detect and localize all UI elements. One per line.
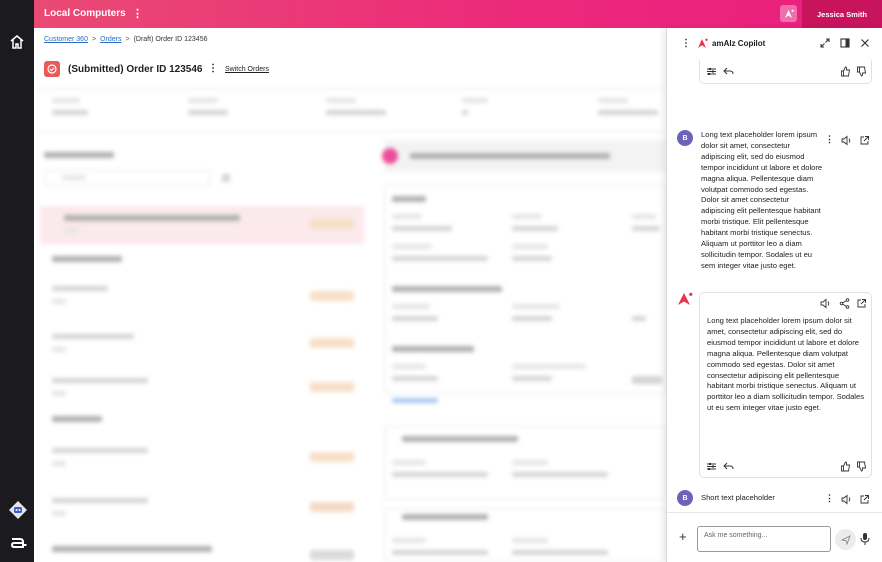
send-button[interactable]	[835, 529, 856, 550]
read-aloud-icon[interactable]	[820, 298, 831, 309]
copilot-header: ⋮ amAIz Copilot	[667, 28, 882, 60]
open-external-icon[interactable]	[856, 298, 867, 309]
copilot-title: amAIz Copilot	[712, 39, 766, 48]
thumbs-down-icon[interactable]	[856, 461, 867, 472]
top-app-bar: Local Computers ⋮ Jessica Smith	[34, 0, 882, 28]
ask-input[interactable]: Ask me something...	[697, 526, 831, 552]
tune-icon[interactable]	[706, 66, 717, 77]
expand-icon[interactable]	[819, 37, 831, 49]
thumbs-down-icon[interactable]	[856, 66, 867, 77]
order-status-icon	[44, 61, 60, 77]
switch-orders-link[interactable]: Switch Orders	[225, 66, 269, 73]
send-icon	[840, 534, 851, 545]
app-root: Local Computers ⋮ Jessica Smith Customer…	[0, 0, 882, 562]
breadcrumb-customer-360[interactable]: Customer 360	[44, 36, 88, 43]
order-kebab-icon[interactable]: ⋮	[208, 63, 218, 74]
assistant-message-text: Long text placeholder lorem ipsum dolor …	[707, 316, 865, 413]
amaiz-assistant-icon	[678, 292, 693, 305]
add-attachment-plus-icon[interactable]: +	[679, 529, 687, 544]
assistant-response-card: Long text placeholder lorem ipsum dolor …	[699, 292, 872, 478]
tune-icon[interactable]	[706, 461, 717, 472]
close-icon[interactable]	[859, 37, 871, 49]
message-kebab-icon[interactable]: ⋮	[825, 134, 834, 145]
previous-response-card	[699, 60, 872, 84]
left-nav-rail	[0, 0, 34, 562]
user-avatar: B	[677, 130, 693, 146]
breadcrumb-current: (Draft) Order ID 123456	[133, 36, 208, 43]
breadcrumb-orders[interactable]: Orders	[100, 36, 121, 43]
user-name-button[interactable]: Jessica Smith	[802, 0, 882, 28]
amaiz-logo-icon	[698, 38, 708, 48]
dock-panel-icon[interactable]	[839, 37, 851, 49]
copilot-conversation[interactable]: B Long text placeholder lorem ipsum dolo…	[667, 60, 882, 512]
breadcrumb: Customer 360 > Orders > (Draft) Order ID 123…	[44, 36, 207, 43]
ai-sparkle-icon[interactable]	[780, 5, 797, 22]
copilot-menu-kebab-icon[interactable]: ⋮	[681, 38, 691, 49]
user-message-text: Long text placeholder lorem ipsum dolor …	[701, 130, 823, 270]
thumbs-up-icon[interactable]	[840, 461, 851, 472]
thumbs-up-icon[interactable]	[840, 66, 851, 77]
read-aloud-icon[interactable]	[841, 135, 852, 146]
open-external-icon[interactable]	[859, 494, 870, 505]
read-aloud-icon[interactable]	[841, 494, 852, 505]
order-title: (Submitted) Order ID 123546	[68, 64, 203, 75]
blurred-order-details	[36, 88, 666, 562]
app-title: Local Computers	[44, 8, 126, 19]
open-external-icon[interactable]	[859, 135, 870, 146]
app-menu-kebab-icon[interactable]: ⋮	[132, 7, 143, 20]
user-message-text: Short text placeholder	[701, 493, 775, 502]
breadcrumb-separator: >	[125, 36, 130, 43]
copilot-input-bar: + Ask me something...	[667, 512, 882, 562]
user-avatar: B	[677, 490, 693, 506]
amdocs-logo-icon	[10, 538, 27, 548]
reply-icon[interactable]	[723, 461, 734, 472]
breadcrumb-separator: >	[91, 36, 97, 43]
message-kebab-icon[interactable]: ⋮	[825, 493, 834, 504]
assistant-bot-icon[interactable]	[8, 500, 28, 520]
home-icon[interactable]	[9, 34, 25, 50]
share-icon[interactable]	[839, 298, 850, 309]
copilot-panel: ⋮ amAIz Copilot B Long text placeholder …	[666, 28, 882, 562]
microphone-icon[interactable]	[858, 531, 872, 547]
reply-icon[interactable]	[723, 66, 734, 77]
